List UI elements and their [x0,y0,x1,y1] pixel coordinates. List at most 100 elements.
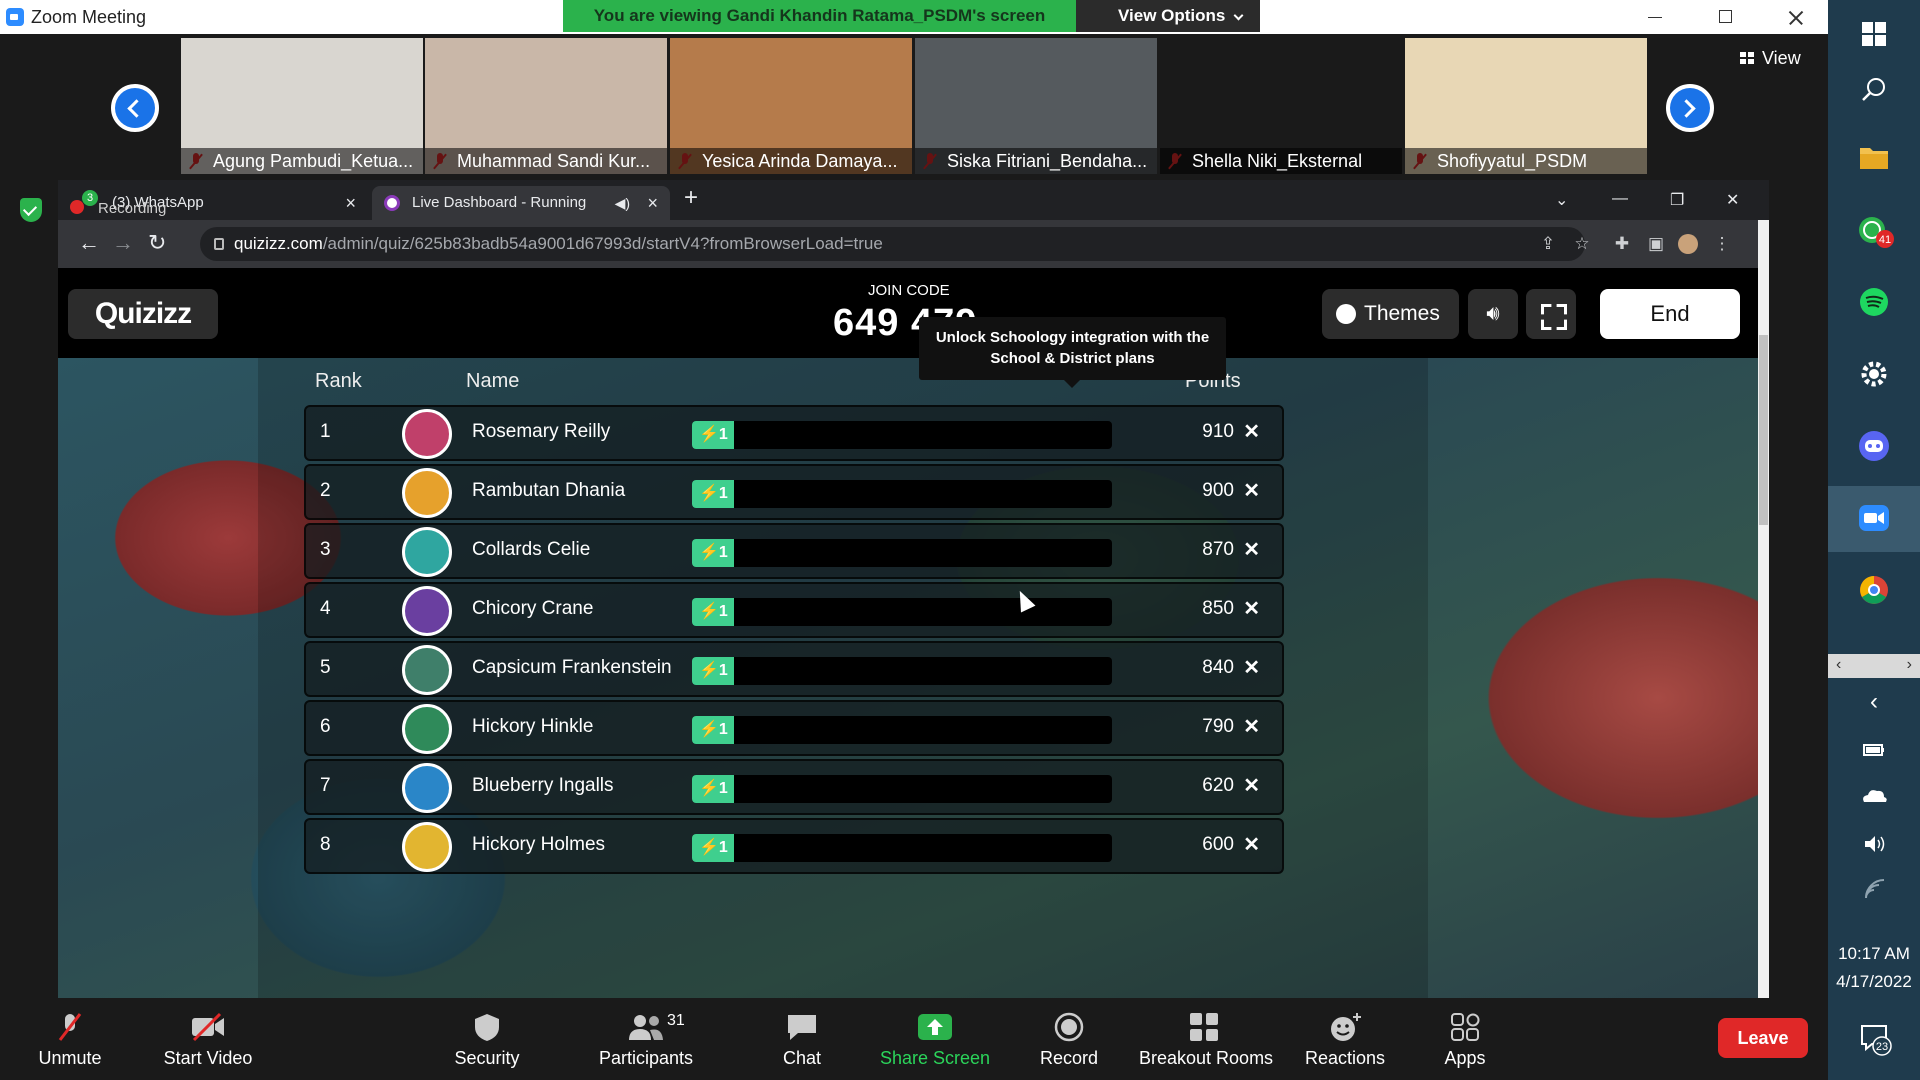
taskbar-scroller[interactable]: ‹ › [1828,654,1920,678]
participant-name: Yesica Arinda Damaya... [670,148,912,174]
fullscreen-button[interactable] [1526,289,1576,339]
restore-icon[interactable]: ❐ [1670,190,1684,210]
remove-player-icon[interactable]: ✕ [1243,773,1260,798]
system-clock[interactable]: 10:17 AM 4/17/2022 [1828,940,1920,996]
leave-button[interactable]: Leave [1718,1018,1808,1058]
remove-player-icon[interactable]: ✕ [1243,596,1260,621]
spotify-icon[interactable] [1852,280,1896,324]
settings-gear-icon[interactable] [1852,352,1896,396]
start-video-label: Start Video [163,1048,253,1068]
url-field[interactable]: quizizz.com/admin/quiz/625b83badb54a9001… [200,227,1585,261]
speaker-icon: ◀) [614,195,630,211]
minimize-icon[interactable] [1620,0,1690,34]
player-name: Collards Celie [472,539,591,560]
recording-icon [70,200,84,214]
end-button[interactable]: End [1600,289,1740,339]
chevron-right-icon[interactable]: › [1907,656,1912,674]
share-screen-button[interactable]: Share Screen [870,1006,1000,1080]
windows-taskbar: 41 ‹ › ‹ 10:17 AM 4/17/2022 23 [1828,0,1920,1080]
maximize-icon[interactable] [1690,0,1760,34]
view-options-label: View Options [1118,6,1226,25]
address-bar-row: ← → ↻ quizizz.com/admin/quiz/625b83badb5… [58,220,1769,268]
tab-title: Live Dashboard - Running [412,194,587,211]
minimize-icon[interactable]: — [1612,190,1628,208]
whatsapp-icon[interactable]: 41 [1852,208,1896,252]
video-tile[interactable]: Agung Pambudi_Ketua... [181,38,423,174]
remove-player-icon[interactable]: ✕ [1243,478,1260,503]
close-tab-icon[interactable]: × [647,186,658,220]
view-options-button[interactable]: View Options [1076,0,1260,32]
page-scrollbar[interactable] [1758,220,1769,998]
chat-button[interactable]: Chat [737,1006,867,1080]
close-tab-icon[interactable]: × [345,186,356,220]
previous-page-button[interactable] [111,84,159,132]
extensions-icon[interactable]: ✚ [1612,234,1632,254]
more-menu-icon[interactable]: ⋮ [1712,234,1732,254]
bookmark-star-icon[interactable]: ☆ [1572,234,1592,254]
breakout-rooms-button[interactable]: Breakout Rooms [1139,1006,1274,1080]
sound-button[interactable]: 🔊︎ [1468,289,1518,339]
notification-badge: 3 [82,190,98,206]
view-button[interactable]: View [1740,48,1801,69]
remove-player-icon[interactable]: ✕ [1243,832,1260,857]
battery-icon[interactable] [1852,728,1896,772]
player-name: Rambutan Dhania [472,480,626,501]
player-points: 620 [1202,775,1234,796]
start-video-button[interactable]: Start Video [143,1006,273,1080]
leaderboard-row: 3 Collards Celie ⚡1 870 ✕ [304,523,1284,579]
search-icon[interactable] [1852,68,1896,112]
security-button[interactable]: Security [422,1006,552,1080]
file-explorer-icon[interactable] [1852,136,1896,180]
notifications-icon[interactable]: 23 [1852,1016,1896,1060]
leaderboard-row: 4 Chicory Crane ⚡1 850 ✕ [304,582,1284,638]
unmute-button[interactable]: Unmute [5,1006,135,1080]
apps-button[interactable]: Apps [1400,1006,1530,1080]
share-icon[interactable]: ⇪ [1538,234,1558,254]
remove-player-icon[interactable]: ✕ [1243,655,1260,680]
reload-icon[interactable]: ↻ [148,230,166,256]
new-tab-icon[interactable]: + [684,184,698,212]
scrollbar-thumb[interactable] [1759,335,1768,525]
back-icon[interactable]: ← [78,230,100,256]
wifi-icon[interactable] [1852,870,1896,914]
apps-icon [1447,1012,1483,1042]
player-avatar [402,409,452,459]
discord-icon[interactable] [1852,424,1896,468]
zoom-taskbar-icon[interactable] [1852,496,1896,540]
themes-button[interactable]: Themes [1322,289,1459,339]
breakout-rooms-label: Breakout Rooms [1139,1048,1274,1068]
player-avatar [402,586,452,636]
close-icon[interactable] [1760,0,1830,34]
video-tile[interactable]: Yesica Arinda Damaya... [670,38,912,174]
video-tile[interactable]: Muhammad Sandi Kur... [425,38,667,174]
video-tile[interactable]: Shofiyyatul_PSDM [1405,38,1647,174]
remove-player-icon[interactable]: ✕ [1243,714,1260,739]
remove-player-icon[interactable]: ✕ [1243,537,1260,562]
quizizz-logo: Quizizz [68,289,218,339]
remove-player-icon[interactable]: ✕ [1243,419,1260,444]
tab-live-dashboard[interactable]: Live Dashboard - Running ◀) × [372,186,670,220]
muted-microphone-icon [52,1012,88,1042]
progress-track: ⚡1 [692,539,1112,567]
shield-icon [469,1012,505,1042]
reactions-button[interactable]: Reactions [1280,1006,1410,1080]
close-icon[interactable]: ✕ [1726,190,1739,210]
themes-label: Themes [1364,302,1440,325]
side-panel-icon[interactable]: ▣ [1646,234,1666,254]
chevron-left-icon[interactable]: ‹ [1836,656,1841,674]
tab-search-icon[interactable]: ⌄ [1555,190,1568,210]
show-hidden-icons-icon[interactable]: ‹ [1852,680,1896,724]
forward-icon[interactable]: → [112,230,134,256]
record-button[interactable]: Record [1004,1006,1134,1080]
streak-badge: ⚡1 [692,716,734,744]
chrome-icon[interactable] [1852,568,1896,612]
video-tile[interactable]: Siska Fitriani_Bendaha... [915,38,1157,174]
windows-start-icon[interactable] [1852,12,1896,56]
volume-icon[interactable] [1852,822,1896,866]
profile-avatar[interactable] [1678,234,1698,254]
video-tile[interactable]: Shella Niki_Eksternal [1160,38,1402,174]
participants-button[interactable]: Participants [581,1006,711,1080]
next-page-button[interactable] [1666,84,1714,132]
onedrive-icon[interactable] [1852,774,1896,818]
record-label: Record [1039,1048,1099,1068]
